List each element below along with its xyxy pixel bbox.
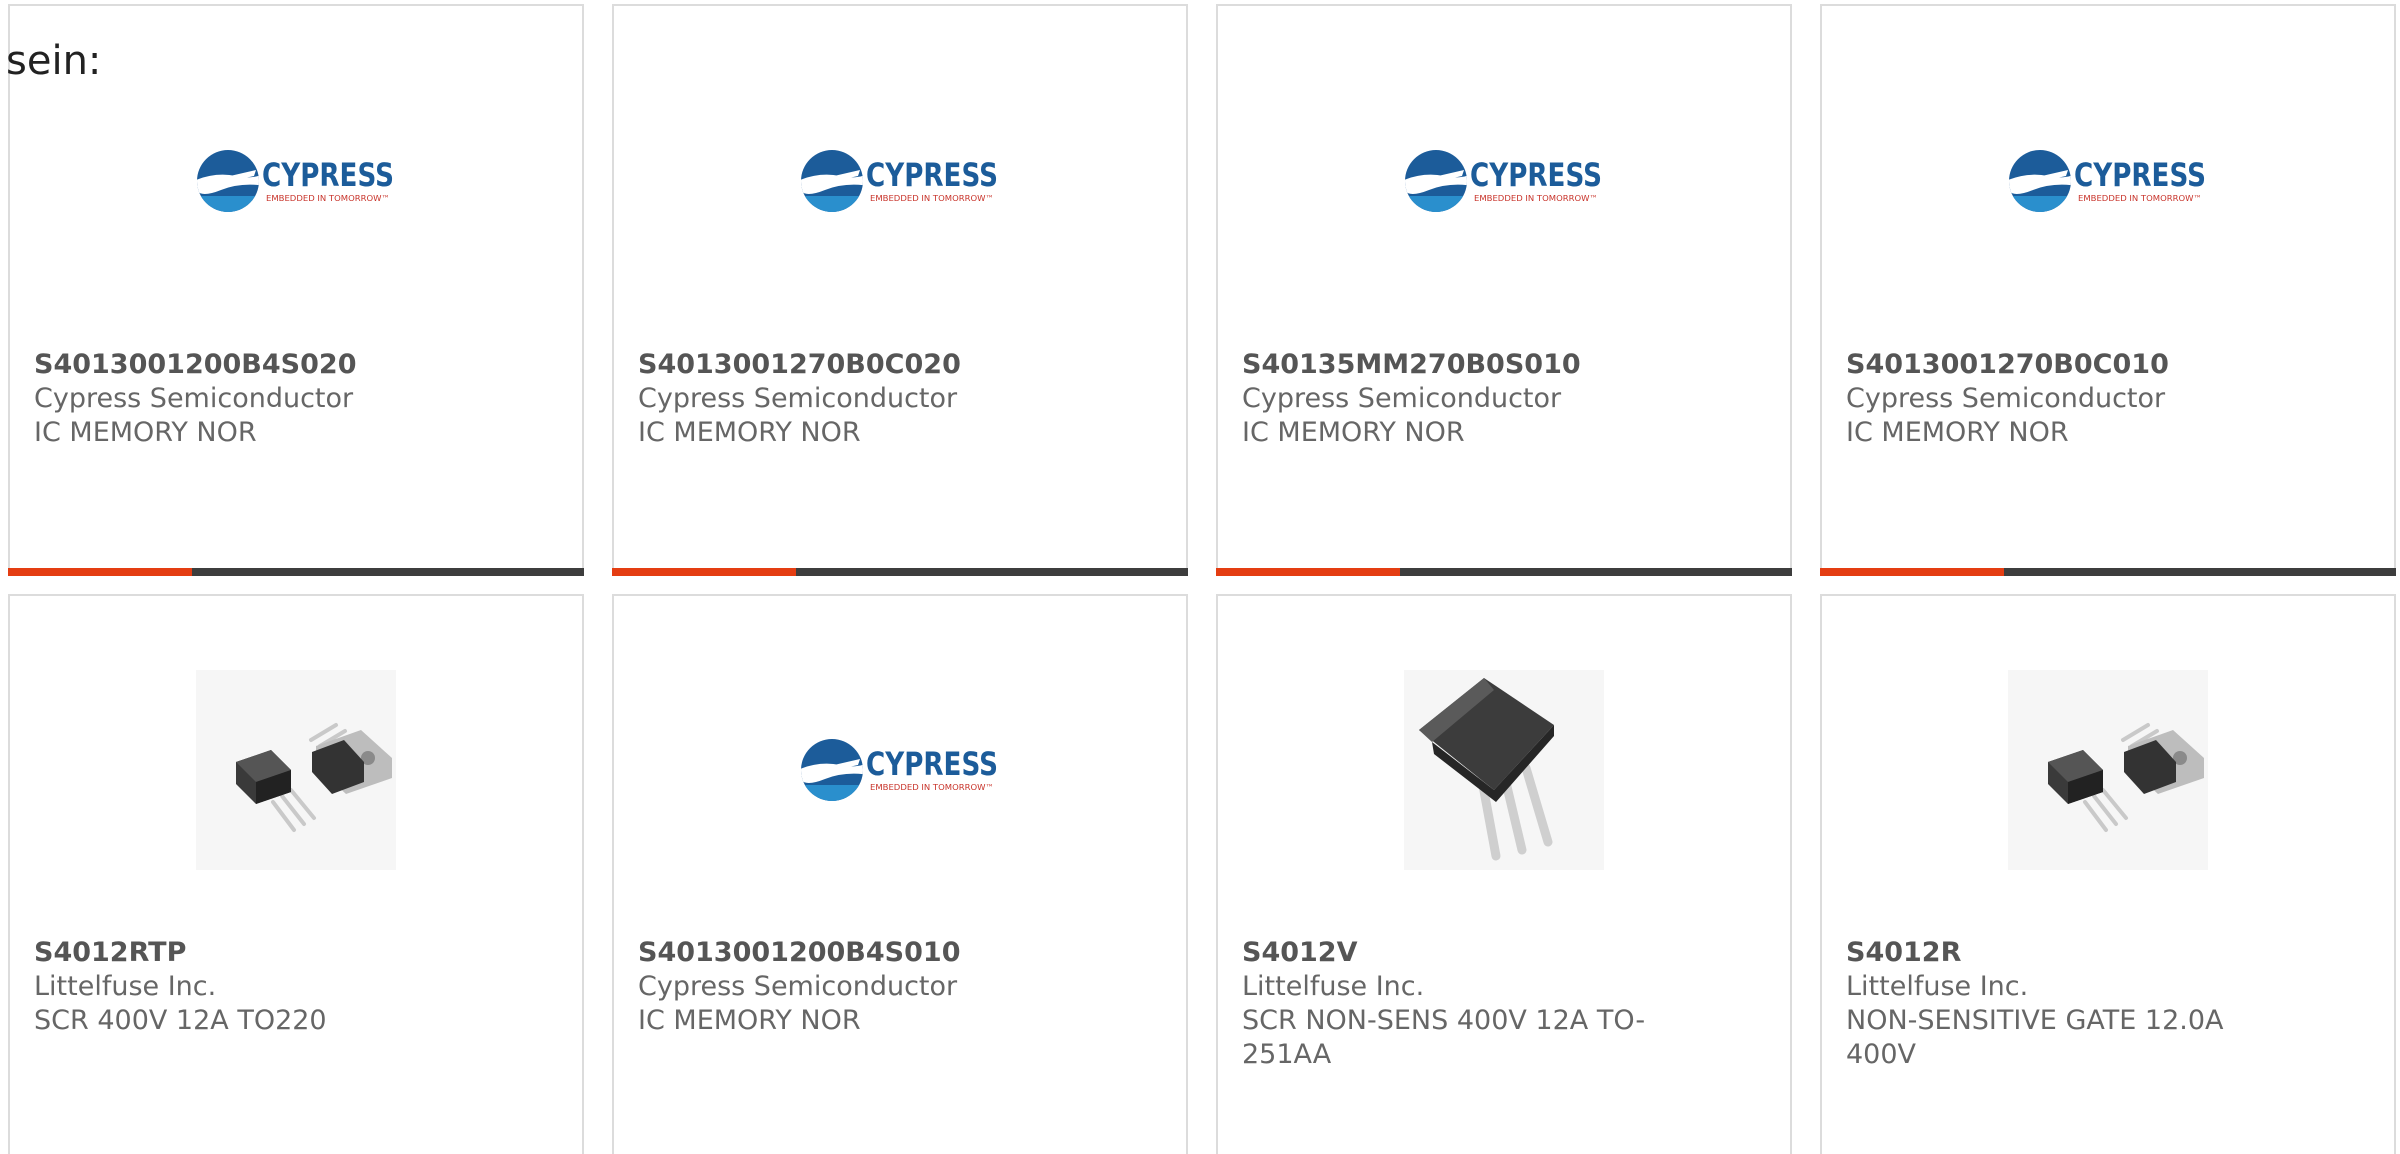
product-card[interactable]: CYPRESS EMBEDDED IN TOMORROW™ S401300127… — [1820, 4, 2396, 576]
card-accent-bar — [8, 568, 584, 576]
svg-text:CYPRESS: CYPRESS — [1470, 156, 1602, 194]
product-card[interactable]: CYPRESS EMBEDDED IN TOMORROW™ S401300120… — [612, 594, 1188, 1154]
to220-package-icon — [196, 670, 396, 870]
description: NON-SENSITIVE GATE 12.0A 400V — [1846, 1005, 2224, 1070]
product-image-cypress-logo: CYPRESS EMBEDDED IN TOMORROW™ — [800, 81, 1000, 281]
svg-text:CYPRESS: CYPRESS — [2074, 156, 2206, 194]
product-image-cypress-logo: CYPRESS EMBEDDED IN TOMORROW™ — [800, 670, 1000, 870]
product-image-cypress-logo: CYPRESS EMBEDDED IN TOMORROW™ — [1404, 81, 1604, 281]
to251-package-icon — [1404, 670, 1604, 870]
cypress-logo-icon: CYPRESS EMBEDDED IN TOMORROW™ — [2009, 150, 2206, 212]
product-card[interactable]: CYPRESS EMBEDDED IN TOMORROW™ S40135MM27… — [1216, 4, 1792, 576]
part-number[interactable]: S40135MM270B0S010 — [1242, 348, 1766, 382]
manufacturer: Littelfuse Inc. — [1242, 971, 1425, 1002]
manufacturer: Littelfuse Inc. — [1846, 971, 2029, 1002]
intro-text: sein: — [6, 38, 102, 84]
cypress-logo-icon: CYPRESS EMBEDDED IN TOMORROW™ — [801, 150, 998, 212]
description: IC MEMORY NOR — [638, 417, 861, 448]
description: SCR NON-SENS 400V 12A TO-251AA — [1242, 1005, 1646, 1070]
svg-text:CYPRESS: CYPRESS — [866, 745, 998, 783]
manufacturer: Cypress Semiconductor — [34, 383, 354, 414]
part-number[interactable]: S4012R — [1846, 936, 2370, 970]
svg-text:CYPRESS: CYPRESS — [866, 156, 998, 194]
description: IC MEMORY NOR — [34, 417, 257, 448]
cypress-logo-icon: CYPRESS EMBEDDED IN TOMORROW™ — [801, 739, 998, 801]
svg-text:EMBEDDED IN TOMORROW™: EMBEDDED IN TOMORROW™ — [870, 783, 994, 792]
product-card[interactable]: CYPRESS EMBEDDED IN TOMORROW™ S401300127… — [612, 4, 1188, 576]
manufacturer: Cypress Semiconductor — [1242, 383, 1562, 414]
manufacturer: Cypress Semiconductor — [638, 971, 958, 1002]
manufacturer: Cypress Semiconductor — [638, 383, 958, 414]
to220-package-icon — [2008, 670, 2208, 870]
manufacturer: Littelfuse Inc. — [34, 971, 217, 1002]
product-image-cypress-logo: CYPRESS EMBEDDED IN TOMORROW™ — [196, 81, 396, 281]
product-card[interactable]: S4012R Littelfuse Inc. NON-SENSITIVE GAT… — [1820, 594, 2396, 1154]
product-image-to220-package — [196, 670, 396, 870]
svg-text:EMBEDDED IN TOMORROW™: EMBEDDED IN TOMORROW™ — [1474, 194, 1598, 203]
part-number[interactable]: S4013001270B0C020 — [638, 348, 1162, 382]
card-accent-bar — [1820, 568, 2396, 576]
product-image-to220-package — [2008, 670, 2208, 870]
part-number[interactable]: S4012V — [1242, 936, 1766, 970]
product-card[interactable]: S4012V Littelfuse Inc. SCR NON-SENS 400V… — [1216, 594, 1792, 1154]
card-accent-bar — [612, 568, 1188, 576]
product-image-to251-package — [1404, 670, 1604, 870]
description: IC MEMORY NOR — [638, 1005, 861, 1036]
description: IC MEMORY NOR — [1846, 417, 2069, 448]
svg-text:CYPRESS: CYPRESS — [262, 156, 394, 194]
card-accent-bar — [1216, 568, 1792, 576]
cypress-logo-icon: CYPRESS EMBEDDED IN TOMORROW™ — [1405, 150, 1602, 212]
manufacturer: Cypress Semiconductor — [1846, 383, 2166, 414]
product-card[interactable]: S4012RTP Littelfuse Inc. SCR 400V 12A TO… — [8, 594, 584, 1154]
svg-text:EMBEDDED IN TOMORROW™: EMBEDDED IN TOMORROW™ — [870, 194, 994, 203]
cypress-logo-icon: CYPRESS EMBEDDED IN TOMORROW™ — [197, 150, 394, 212]
description: IC MEMORY NOR — [1242, 417, 1465, 448]
svg-text:EMBEDDED IN TOMORROW™: EMBEDDED IN TOMORROW™ — [2078, 194, 2202, 203]
part-number[interactable]: S4012RTP — [34, 936, 558, 970]
description: SCR 400V 12A TO220 — [34, 1005, 327, 1036]
product-image-cypress-logo: CYPRESS EMBEDDED IN TOMORROW™ — [2008, 81, 2208, 281]
svg-text:EMBEDDED IN TOMORROW™: EMBEDDED IN TOMORROW™ — [266, 194, 390, 203]
product-card[interactable]: CYPRESS EMBEDDED IN TOMORROW™ S401300120… — [8, 4, 584, 576]
part-number[interactable]: S4013001200B4S020 — [34, 348, 558, 382]
part-number[interactable]: S4013001270B0C010 — [1846, 348, 2370, 382]
part-number[interactable]: S4013001200B4S010 — [638, 936, 1162, 970]
